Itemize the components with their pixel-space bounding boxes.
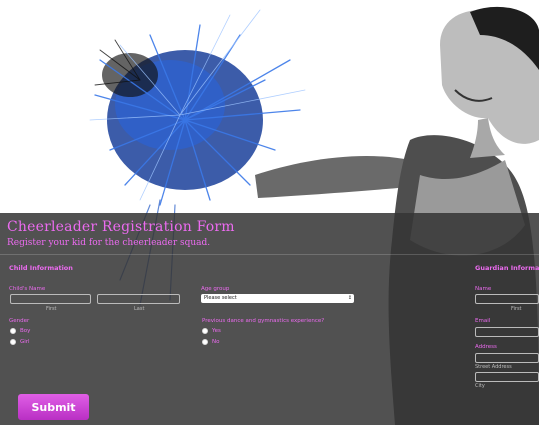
- guardian-street-input[interactable]: [475, 353, 539, 363]
- guardian-name-label: Name: [475, 286, 492, 292]
- divider: [0, 254, 539, 255]
- last-sublabel: Last: [134, 306, 145, 312]
- experience-label: Previous dance and gymnastics experience…: [202, 318, 325, 324]
- child-last-name-input[interactable]: [97, 294, 180, 304]
- age-group-select[interactable]: Please select ↕: [201, 294, 354, 303]
- city-sublabel: City: [475, 383, 485, 389]
- form-title: Cheerleader Registration Form: [7, 219, 235, 235]
- section-guardian-information: Guardian Informat: [475, 264, 539, 272]
- experience-yes-radio[interactable]: [202, 328, 208, 334]
- childs-name-label: Child's Name: [9, 286, 46, 292]
- age-group-label: Age group: [201, 286, 230, 292]
- guardian-email-input[interactable]: [475, 327, 539, 337]
- guardian-address-label: Address: [475, 344, 497, 350]
- gender-boy-label: Boy: [20, 328, 31, 334]
- select-arrows-icon: ↕: [347, 295, 352, 301]
- experience-no-label: No: [212, 339, 220, 345]
- gender-boy-radio[interactable]: [10, 328, 16, 334]
- guardian-first-name-input[interactable]: [475, 294, 539, 304]
- first-sublabel: First: [46, 306, 57, 312]
- gender-girl-radio[interactable]: [10, 339, 16, 345]
- experience-yes-label: Yes: [212, 328, 221, 334]
- submit-button[interactable]: Submit: [18, 394, 89, 420]
- form-subtitle: Register your kid for the cheerleader sq…: [7, 238, 211, 248]
- street-address-sublabel: Street Address: [475, 364, 512, 370]
- age-group-value: Please select: [204, 295, 237, 301]
- guardian-first-sublabel: First: [511, 306, 522, 312]
- guardian-email-label: Email: [475, 318, 491, 324]
- page: Cheerleader Registration Form Register y…: [0, 0, 539, 425]
- guardian-city-input[interactable]: [475, 372, 539, 382]
- experience-no-radio[interactable]: [202, 339, 208, 345]
- child-first-name-input[interactable]: [10, 294, 91, 304]
- section-child-information: Child Information: [9, 264, 73, 272]
- gender-label: Gender: [9, 318, 30, 324]
- gender-girl-label: Girl: [20, 339, 30, 345]
